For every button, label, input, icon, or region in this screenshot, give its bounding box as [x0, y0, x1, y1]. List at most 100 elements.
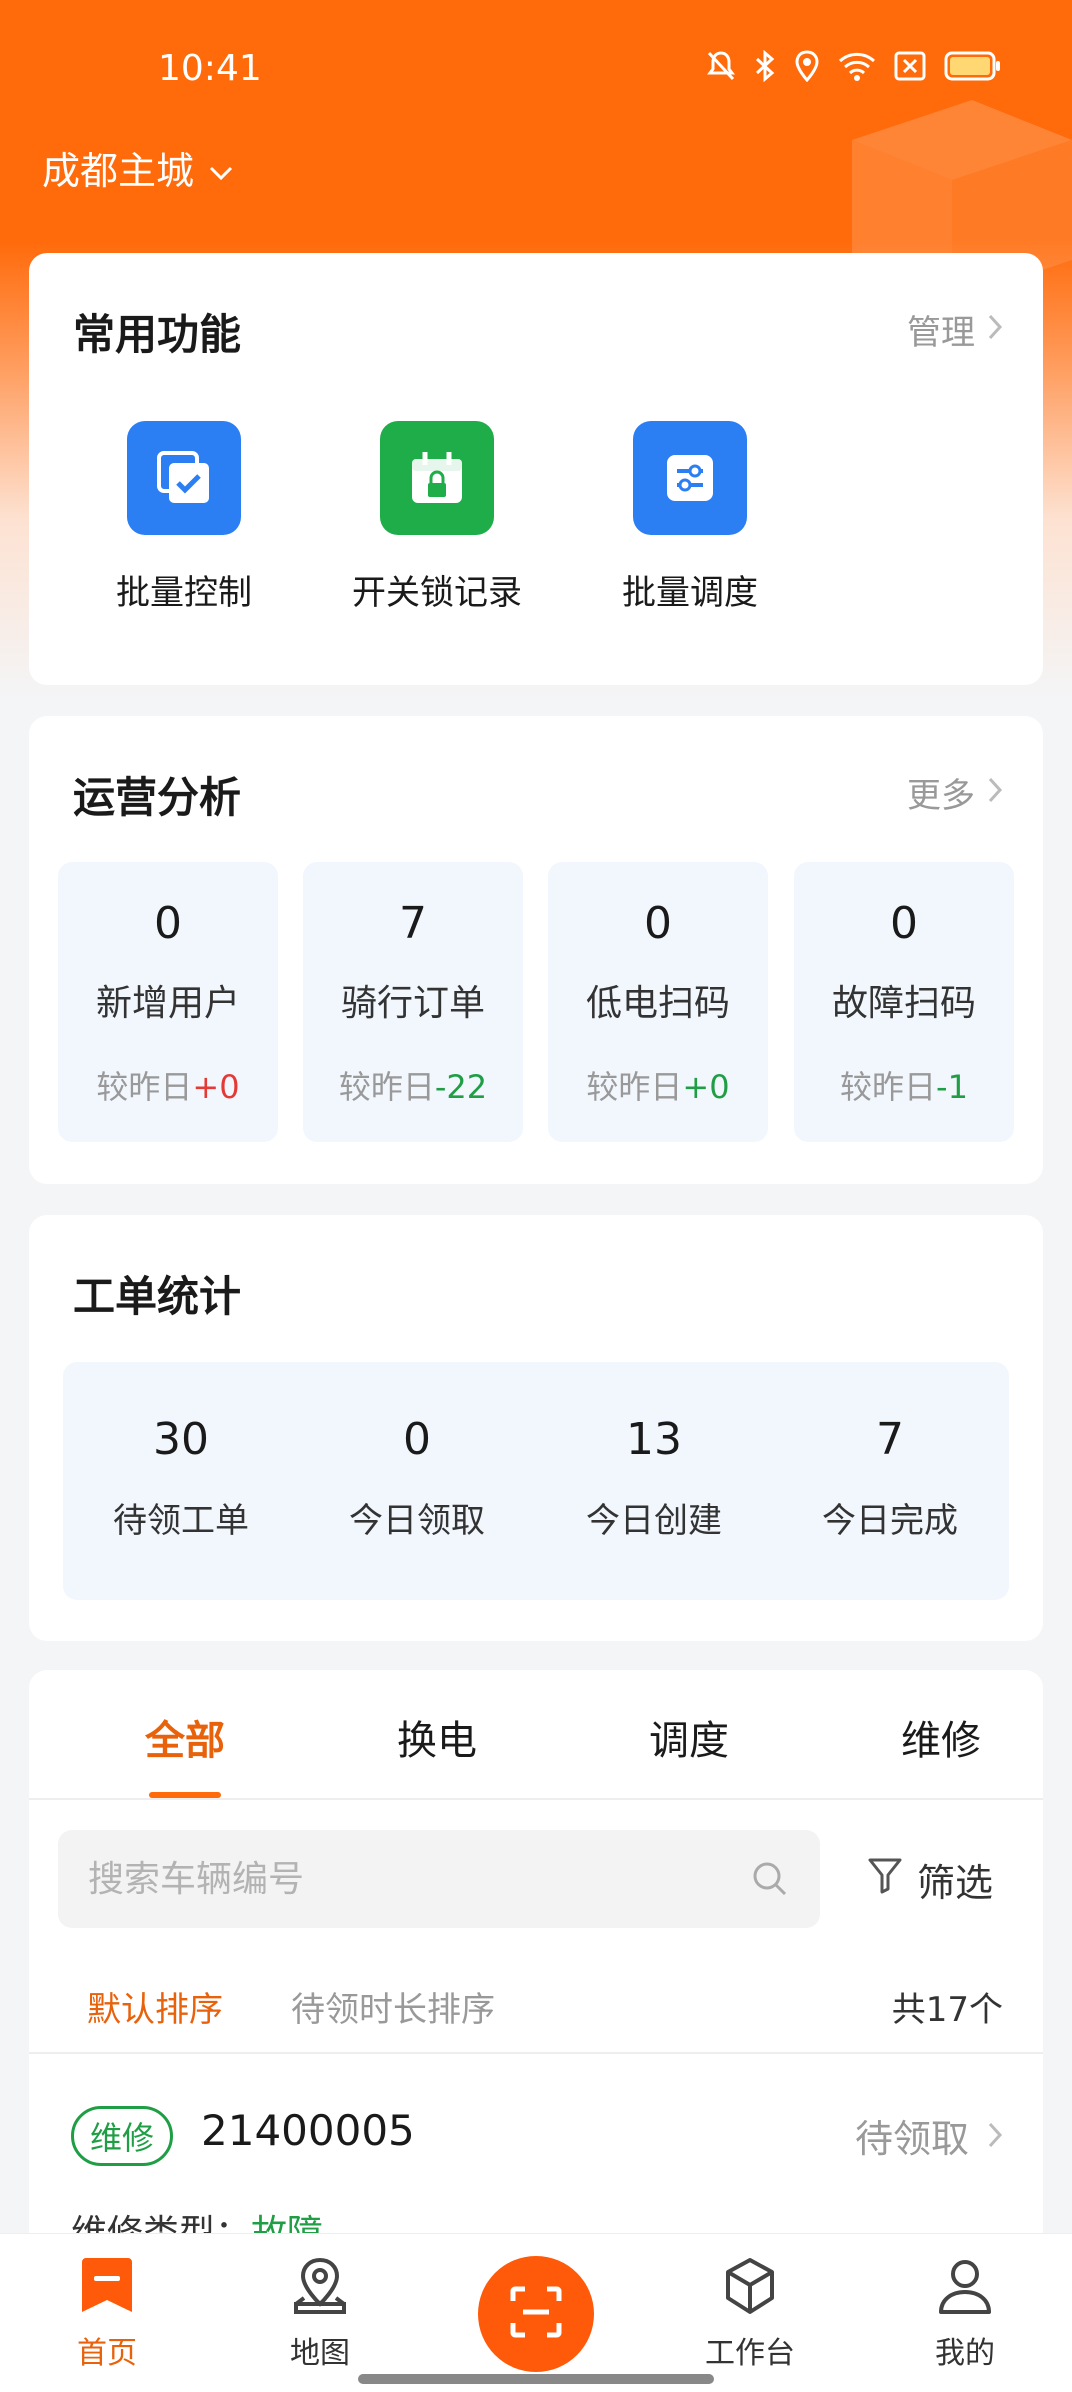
- filter-label: 筛选: [917, 1861, 994, 1905]
- batch-control-button[interactable]: 批量控制: [74, 421, 294, 614]
- home-indicator[interactable]: [358, 2374, 714, 2384]
- stat-label: 故障扫码: [831, 983, 976, 1024]
- user-icon: [935, 2260, 995, 2320]
- cube-icon: [720, 2258, 780, 2320]
- scan-icon: [509, 2285, 563, 2343]
- wo-label: 今日完成: [822, 1501, 958, 1541]
- compare-prefix: 较昨日: [840, 1068, 937, 1106]
- stat-new-users[interactable]: 0 新增用户 较昨日+0: [58, 862, 278, 1142]
- batch-dispatch-label: 批量调度: [622, 573, 758, 613]
- more-link[interactable]: 更多: [907, 768, 1003, 817]
- status-bar: 10:41: [0, 0, 1072, 140]
- manage-link[interactable]: 管理: [907, 305, 1003, 354]
- sort-default[interactable]: 默认排序: [87, 1982, 223, 2031]
- status-time: 10:41: [158, 48, 262, 89]
- city-name: 成都主城: [42, 149, 195, 193]
- stat-delta: +0: [192, 1068, 240, 1106]
- bluetooth-icon: [754, 49, 776, 86]
- order-status-label: 待领取: [854, 2117, 969, 2161]
- stat-value: 0: [890, 898, 918, 949]
- lock-record-button[interactable]: 开关锁记录: [327, 421, 547, 614]
- stat-value: 0: [154, 898, 182, 949]
- chevron-down-icon: [208, 146, 234, 190]
- batch-control-label: 批量控制: [116, 573, 252, 613]
- stat-delta: -22: [434, 1068, 488, 1106]
- nav-workbench[interactable]: 工作台: [680, 2256, 820, 2372]
- city-selector[interactable]: 成都主城: [42, 140, 234, 195]
- wo-label: 今日创建: [586, 1501, 722, 1541]
- manage-link-label: 管理: [907, 313, 975, 353]
- search-input[interactable]: [88, 1830, 728, 1928]
- status-icons: [706, 49, 1002, 86]
- wo-value: 30: [153, 1414, 209, 1465]
- tab-all[interactable]: 全部: [58, 1708, 312, 1766]
- nav-home[interactable]: 首页: [37, 2256, 177, 2372]
- chevron-right-icon: [987, 773, 1003, 813]
- work-order-title: 工单统计: [73, 1272, 242, 1321]
- order-list-card: 全部 换电 调度 维修 筛选 默认排序 待领时长排序 共17个 维修 21400…: [29, 1670, 1043, 2270]
- stat-compare: 较昨日+0: [58, 1062, 278, 1108]
- nav-map-label: 地图: [290, 2336, 350, 2371]
- compare-prefix: 较昨日: [338, 1068, 435, 1106]
- wo-completed-today[interactable]: 7 今日完成: [772, 1362, 1008, 1542]
- tab-repair[interactable]: 维修: [814, 1708, 1068, 1766]
- tab-battery-swap[interactable]: 换电: [310, 1708, 564, 1766]
- sim-off-icon: [894, 51, 926, 85]
- compare-prefix: 较昨日: [586, 1068, 683, 1106]
- stat-low-battery-scan[interactable]: 0 低电扫码 较昨日+0: [548, 862, 768, 1142]
- wo-pending[interactable]: 30 待领工单: [63, 1362, 299, 1542]
- filter-icon: [867, 1856, 903, 1903]
- wifi-icon: [838, 51, 876, 85]
- scan-button[interactable]: [478, 2256, 594, 2372]
- stat-delta: +0: [682, 1068, 730, 1106]
- work-order-card: 工单统计 30 待领工单 0 今日领取 13 今日创建 7 今日完成: [29, 1215, 1043, 1641]
- common-functions-title: 常用功能: [73, 310, 242, 359]
- stat-value: 7: [399, 898, 427, 949]
- filter-button[interactable]: 筛选: [867, 1852, 993, 1907]
- home-bookmark-icon: [78, 2258, 136, 2320]
- tab-dispatch[interactable]: 调度: [562, 1708, 816, 1766]
- stat-label: 新增用户: [95, 983, 240, 1024]
- operations-card: 运营分析 更多 0 新增用户 较昨日+0 7 骑行订单 较昨日-22 0 低电扫…: [29, 716, 1043, 1184]
- stat-ride-orders[interactable]: 7 骑行订单 较昨日-22: [303, 862, 523, 1142]
- tab-divider: [29, 1798, 1043, 1800]
- nav-map[interactable]: 地图: [250, 2256, 390, 2372]
- repair-tag: 维修: [71, 2106, 174, 2166]
- wo-claimed-today[interactable]: 0 今日领取: [299, 1362, 535, 1542]
- more-link-label: 更多: [907, 776, 975, 816]
- stat-compare: 较昨日-1: [794, 1062, 1014, 1108]
- nav-profile-label: 我的: [935, 2336, 995, 2371]
- stat-value: 0: [644, 898, 672, 949]
- stat-label: 骑行订单: [340, 983, 485, 1024]
- stat-fault-scan[interactable]: 0 故障扫码 较昨日-1: [794, 862, 1014, 1142]
- search-box[interactable]: [58, 1830, 820, 1928]
- wo-value: 13: [626, 1414, 682, 1465]
- map-pin-icon: [290, 2257, 350, 2320]
- order-number: 21400005: [201, 2106, 415, 2155]
- batch-dispatch-button[interactable]: 批量调度: [580, 421, 800, 614]
- nav-home-label: 首页: [77, 2336, 137, 2371]
- mute-bell-icon: [706, 50, 736, 86]
- calendar-lock-icon: [380, 421, 494, 535]
- nav-profile[interactable]: 我的: [895, 2256, 1035, 2372]
- compare-prefix: 较昨日: [96, 1068, 193, 1106]
- bottom-nav: 首页 地图 工作台 我的: [0, 2233, 1072, 2392]
- sort-duration[interactable]: 待领时长排序: [291, 1982, 495, 2031]
- nav-workbench-label: 工作台: [705, 2336, 795, 2371]
- search-icon[interactable]: [751, 1860, 789, 1902]
- wo-value: 0: [403, 1414, 431, 1465]
- battery-icon: [944, 51, 1002, 85]
- location-icon: [794, 50, 820, 86]
- lock-record-label: 开关锁记录: [352, 573, 522, 613]
- work-order-stats-panel: 30 待领工单 0 今日领取 13 今日创建 7 今日完成: [63, 1362, 1009, 1600]
- chevron-right-icon: [987, 310, 1003, 350]
- wo-label: 今日领取: [349, 1501, 485, 1541]
- batch-check-icon: [127, 421, 241, 535]
- order-status: 待领取: [855, 2108, 1003, 2163]
- stat-compare: 较昨日-22: [303, 1062, 523, 1108]
- stat-compare: 较昨日+0: [548, 1062, 768, 1108]
- wo-label: 待领工单: [113, 1501, 249, 1541]
- wo-created-today[interactable]: 13 今日创建: [536, 1362, 772, 1542]
- stat-delta: -1: [936, 1068, 968, 1106]
- operations-title: 运营分析: [73, 773, 242, 822]
